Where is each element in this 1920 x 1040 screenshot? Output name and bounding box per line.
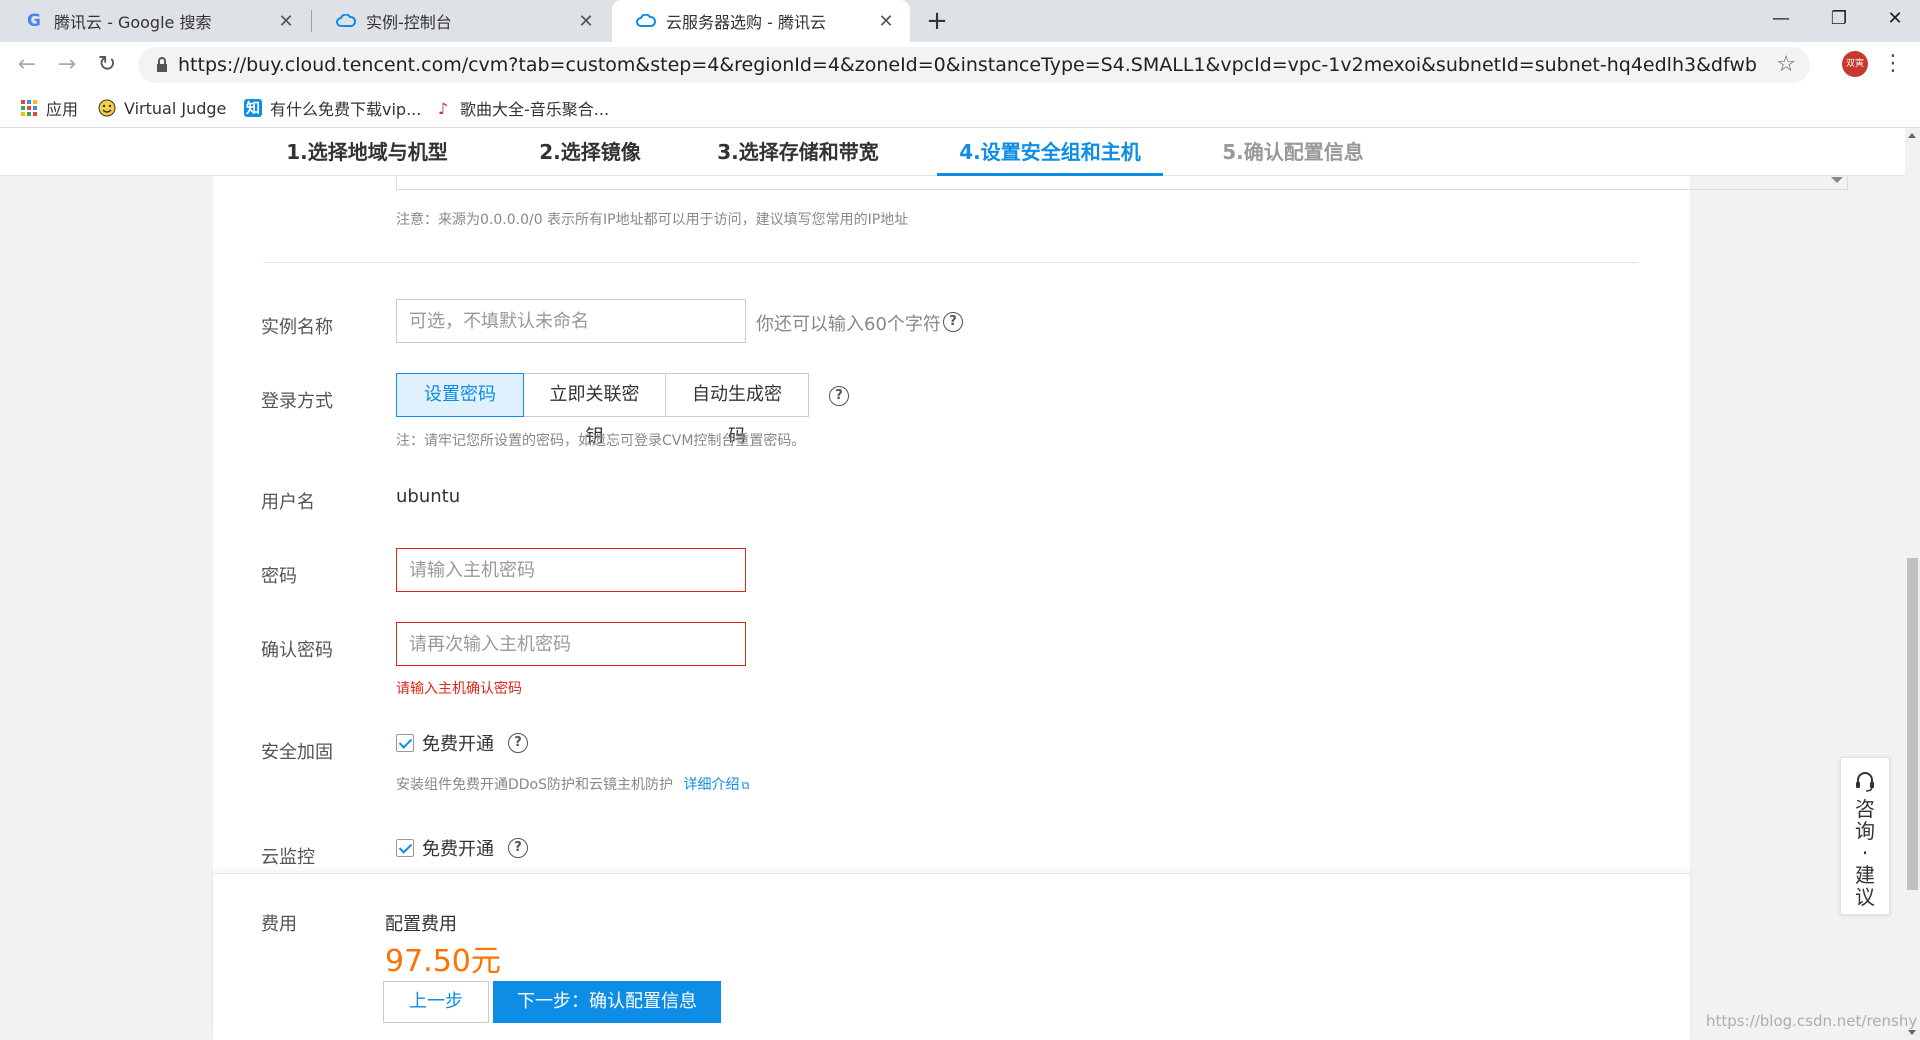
tab-title: 云服务器选购 - 腾讯云 [666,13,826,32]
checkbox-label: 免费开通 [422,734,494,755]
bookmark-label: 有什么免费下载vip... [270,100,422,119]
step-region-model[interactable]: 1.选择地域与机型 [282,128,452,176]
scroll-up-icon[interactable] [1908,133,1916,138]
confirm-password-label: 确认密码 [261,640,333,661]
help-icon[interactable]: ? [943,312,963,332]
security-desc-text: 安装组件免费开通DDoS防护和云镜主机防护 [396,777,674,793]
close-icon[interactable]: ✕ [876,11,896,32]
divider [263,262,1638,263]
confirm-password-input[interactable] [396,622,746,666]
bookmark-label: Virtual Judge [124,98,227,118]
apps-grid-icon [20,99,38,117]
form-card: 注意：来源为0.0.0.0/0 表示所有IP地址都可以用于访问，建议填写您常用的… [213,176,1848,994]
security-hardening-label: 安全加固 [261,742,333,763]
page-scrollbar[interactable] [1905,128,1920,1040]
instance-name-label: 实例名称 [261,317,333,338]
caret-down-icon [1831,177,1843,183]
details-link-text: 详细介绍 [683,777,740,793]
next-step-button[interactable]: 下一步：确认配置信息 [493,981,721,1023]
zhihu-icon: 知 [244,99,262,117]
fee-footer: 费用 配置费用 97.50元 上一步 下一步：确认配置信息 [213,873,1690,1040]
login-option-auto-password[interactable]: 自动生成密码 [665,373,809,447]
cloud-icon [636,11,656,31]
consult-suggest-widget[interactable]: 咨询·建议 [1840,757,1890,915]
security-group-dropdown[interactable] [396,176,1848,190]
help-icon[interactable]: ? [829,386,849,406]
page-content: 1.选择地域与机型 2.选择镜像 3.选择存储和带宽 4.设置安全组和主机 5.… [0,128,1905,1040]
security-hardening-checkbox[interactable]: 免费开通 ? [396,730,528,756]
address-bar-row: ← → ↻ https://buy.cloud.tencent.com/cvm?… [0,42,1920,88]
bookmark-virtual-judge[interactable]: Virtual Judge [98,88,226,128]
security-hardening-desc: 安装组件免费开通DDoS防护和云镜主机防护 详细介绍 ⧉ [396,774,749,794]
browser-menu-icon[interactable]: ⋮ [1882,50,1904,78]
music-note-icon: ♪ [437,98,449,118]
step-image[interactable]: 2.选择镜像 [530,128,650,176]
instance-name-hint: 你还可以输入60个字符 [756,314,941,335]
source-note: 注意：来源为0.0.0.0/0 表示所有IP地址都可以用于访问，建议填写您常用的… [396,212,909,228]
tab-title: 实例-控制台 [366,13,452,32]
window-close-icon[interactable]: ✕ [1866,0,1920,38]
scroll-down-icon[interactable] [1908,1030,1916,1035]
checkbox-checked-icon[interactable] [396,734,414,752]
watermark: https://blog.csdn.net/renshy [1706,1012,1918,1030]
bookmark-music[interactable]: ♪ 歌曲大全-音乐聚合... [434,88,609,128]
headset-icon [1841,770,1889,792]
bookmark-apps[interactable]: 应用 [20,88,78,128]
login-note: 注：请牢记您所设置的密码，如遗忘可登录CVM控制台重置密码。 [396,433,806,449]
checkbox-label: 免费开通 [422,839,494,860]
restore-icon[interactable]: ❐ [1810,0,1868,38]
confirm-password-error: 请输入主机确认密码 [396,681,522,697]
login-option-bind-key[interactable]: 立即关联密钥 [523,373,666,447]
url-text[interactable]: https://buy.cloud.tencent.com/cvm?tab=cu… [178,47,1758,83]
step-confirm: 5.确认配置信息 [1222,140,1364,164]
consult-label: 咨询·建议 [1855,797,1875,909]
step-security-host[interactable]: 4.设置安全组和主机 [937,128,1163,176]
step-nav: 1.选择地域与机型 2.选择镜像 3.选择存储和带宽 4.设置安全组和主机 5.… [0,128,1905,176]
password-label: 密码 [261,566,297,587]
login-method-label: 登录方式 [261,391,333,412]
bookmark-label: 歌曲大全-音乐聚合... [460,100,610,119]
back-icon[interactable]: ← [12,50,42,80]
close-icon[interactable]: ✕ [576,11,596,32]
smiley-icon [98,99,116,117]
new-tab-icon[interactable]: + [922,6,952,36]
cloud-monitor-label: 云监控 [261,847,315,868]
config-fee-price: 97.50元 [385,944,501,979]
profile-avatar[interactable]: 双寅 [1842,51,1868,77]
external-link-icon: ⧉ [741,779,750,792]
details-link[interactable]: 详细介绍 ⧉ [683,777,749,793]
help-icon[interactable]: ? [508,733,528,753]
tab-strip: G 腾讯云 - Google 搜索 ✕ 实例-控制台 ✕ 云服务器选购 - 腾讯… [0,0,1920,42]
fee-label: 费用 [261,914,297,935]
tab-cvm-purchase[interactable]: 云服务器选购 - 腾讯云 ✕ [612,0,910,42]
cloud-monitor-checkbox[interactable]: 免费开通 ? [396,835,528,861]
config-fee-label: 配置费用 [385,914,457,935]
star-icon[interactable]: ☆ [1776,47,1796,83]
omnibox[interactable]: https://buy.cloud.tencent.com/cvm?tab=cu… [138,47,1810,83]
scrollbar-thumb[interactable] [1907,558,1918,890]
minimize-icon[interactable]: — [1752,0,1810,38]
help-icon[interactable]: ? [508,838,528,858]
lock-icon [152,55,172,75]
bookmark-label: 应用 [46,100,79,119]
tab-console[interactable]: 实例-控制台 ✕ [312,0,610,42]
step-storage-bandwidth[interactable]: 3.选择存储和带宽 [713,128,883,176]
prev-step-button[interactable]: 上一步 [383,981,489,1023]
username-value: ubuntu [396,486,461,507]
reload-icon[interactable]: ↻ [92,50,122,80]
checkbox-checked-icon[interactable] [396,839,414,857]
tab-title: 腾讯云 - Google 搜索 [54,13,212,32]
bookmarks-bar: 应用 Virtual Judge 知 有什么免费下载vip... ♪ 歌曲大全-… [0,88,1920,128]
cloud-icon [336,11,356,31]
close-icon[interactable]: ✕ [276,11,296,32]
password-input[interactable] [396,548,746,592]
tab-google-search[interactable]: G 腾讯云 - Google 搜索 ✕ [0,0,310,42]
login-method-selector: 设置密码 立即关联密钥 自动生成密码 [396,373,809,447]
forward-icon[interactable]: → [52,50,82,80]
username-label: 用户名 [261,492,315,513]
login-option-set-password[interactable]: 设置密码 [396,373,524,417]
google-icon: G [27,11,41,31]
instance-name-input[interactable] [396,299,746,343]
bookmark-zhihu[interactable]: 知 有什么免费下载vip... [244,88,421,128]
